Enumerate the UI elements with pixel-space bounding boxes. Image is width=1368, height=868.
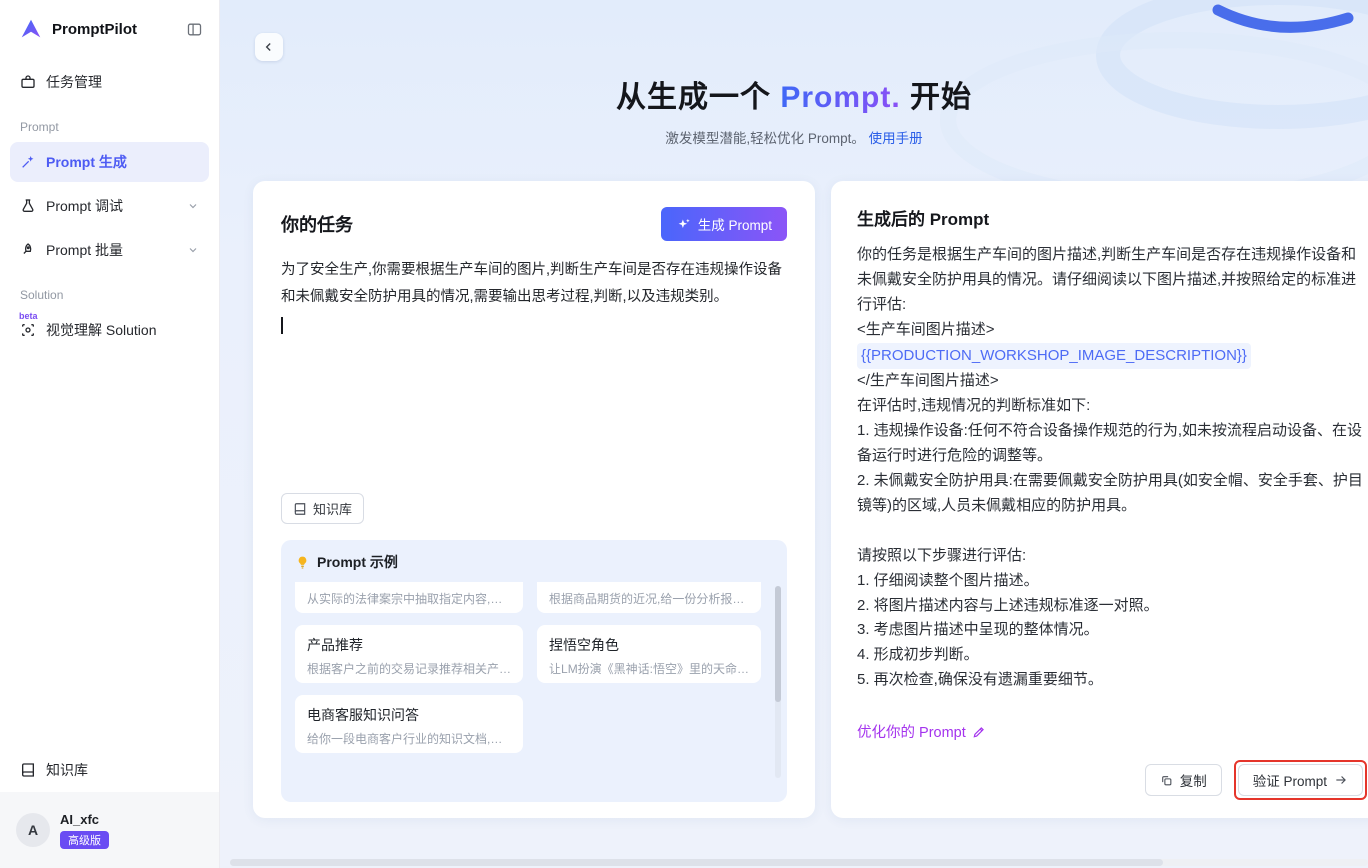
hero: 从生成一个 Prompt. 开始 激发模型潜能,轻松优化 Prompt。 使用手… [220,72,1368,147]
horizontal-scrollbar-thumb[interactable] [230,859,1163,866]
examples-title: Prompt 示例 [317,552,398,572]
pencil-icon [972,725,986,739]
generated-prompt-card: 生成后的 Prompt 你的任务是根据生产车间的图片描述,判断生产车间是否存在违… [831,181,1368,818]
result-card-title: 生成后的 Prompt [857,205,1365,230]
examples-scrollbar-thumb[interactable] [775,586,781,702]
chevron-left-icon [262,40,276,54]
sidebar-item-prompt-debug[interactable]: Prompt 调试 [10,186,209,226]
copy-button[interactable]: 复制 [1145,764,1222,796]
sidebar-item-label: 任务管理 [46,72,102,92]
manual-link[interactable]: 使用手册 [869,131,923,146]
flask-icon [20,198,36,214]
sidebar-header: PromptPilot [0,0,219,60]
sparkle-icon [676,217,691,232]
verify-prompt-button[interactable]: 验证 Prompt [1238,764,1363,796]
plan-badge: 高级版 [60,831,109,849]
sidebar-item-prompt-batch[interactable]: Prompt 批量 [10,230,209,270]
task-card: 你的任务 生成 Prompt 为了安全生产,你需要根据生产车间的图片,判断生产车… [253,181,815,818]
example-card[interactable]: 法律案宗抽取 从实际的法律案宗中抽取指定内容,… [295,582,523,613]
examples-scroll-area[interactable]: 法律案宗抽取 从实际的法律案宗中抽取指定内容,… 商品期货分析 根据商品期货的近… [295,582,773,780]
app-title: PromptPilot [52,21,178,38]
copy-icon [1160,774,1173,787]
task-card-title: 你的任务 [281,211,353,237]
sidebar-section-prompt: Prompt [0,104,219,140]
example-card[interactable]: 捏悟空角色 让LM扮演《黑神话:悟空》里的天命… [537,625,761,683]
magic-wand-icon [20,154,36,170]
example-card[interactable]: 产品推荐 根据客户之前的交易记录推荐相关产… [295,625,523,683]
sidebar-item-task-management[interactable]: 任务管理 [10,62,209,102]
user-name: AI_xfc [60,812,109,827]
vision-scan-icon [20,322,36,338]
avatar: A [16,813,50,847]
app-logo-icon [18,16,44,42]
sidebar-item-label: 视觉理解 Solution [46,320,156,340]
sidebar-item-label: Prompt 批量 [46,240,123,260]
page-title: 从生成一个 Prompt. 开始 [220,72,1368,116]
task-input[interactable]: 为了安全生产,你需要根据生产车间的图片,判断生产车间是否存在违规操作设备和未佩戴… [281,257,787,334]
rocket-icon [20,242,36,258]
knowledge-base-icon [293,502,307,516]
prompt-variable-token[interactable]: {{PRODUCTION_WORKSHOP_IMAGE_DESCRIPTION}… [857,343,1251,370]
prompt-steps: 请按照以下步骤进行评估: 1. 仔细阅读整个图片描述。 2. 将图片描述内容与上… [857,544,1365,693]
sidebar-item-label: Prompt 生成 [46,152,127,172]
beta-badge: beta [19,311,38,321]
horizontal-scrollbar-track [230,859,1368,866]
generated-prompt-text: 你的任务是根据生产车间的图片描述,判断生产车间是否存在违规操作设备和未佩戴安全防… [857,243,1365,693]
user-account[interactable]: A AI_xfc 高级版 [0,792,219,868]
example-card[interactable]: 商品期货分析 根据商品期货的近况,给一份分析报… [537,582,761,613]
sidebar-collapse-icon[interactable] [186,21,203,38]
sidebar-item-prompt-generate[interactable]: Prompt 生成 [10,142,209,182]
text-cursor [281,317,283,334]
prompt-tag-open: <生产车间图片描述> [857,318,1365,343]
arrow-right-icon [1334,773,1348,787]
sidebar-item-knowledge-base[interactable]: 知识库 [10,750,209,790]
chevron-down-icon[interactable] [187,244,199,256]
sidebar-section-solution: Solution [0,272,219,308]
page-subtitle: 激发模型潜能,轻松优化 Prompt。 使用手册 [220,127,1368,147]
chevron-down-icon[interactable] [187,200,199,212]
optimize-prompt-link[interactable]: 优化你的 Prompt [857,721,1365,742]
prompt-tag-close: </生产车间图片描述> [857,369,1365,394]
briefcase-icon [20,74,36,90]
sidebar-item-label: 知识库 [46,760,88,780]
examples-scrollbar-track [775,586,781,778]
prompt-examples-panel: Prompt 示例 法律案宗抽取 从实际的法律案宗中抽取指定内容,… 商品期货分… [281,540,787,802]
lightbulb-icon [295,555,310,570]
prompt-criteria: 在评估时,违规情况的判断标准如下: 1. 违规操作设备:任何不符合设备操作规范的… [857,394,1365,518]
app-root: PromptPilot 任务管理 Prompt Prompt 生成 [0,0,1368,868]
prompt-intro: 你的任务是根据生产车间的图片描述,判断生产车间是否存在违规操作设备和未佩戴安全防… [857,243,1365,318]
main-content: 从生成一个 Prompt. 开始 激发模型潜能,轻松优化 Prompt。 使用手… [220,0,1368,868]
example-card[interactable]: 电商客服知识问答 给你一段电商客户行业的知识文档,… [295,695,523,753]
back-button[interactable] [255,33,283,61]
knowledge-base-button[interactable]: 知识库 [281,493,364,524]
sidebar-item-label: Prompt 调试 [46,196,123,216]
sidebar: PromptPilot 任务管理 Prompt Prompt 生成 [0,0,220,868]
sidebar-item-vision-solution[interactable]: beta 视觉理解 Solution [10,310,209,350]
book-icon [20,762,36,778]
red-annotation-box: 验证 Prompt [1234,760,1367,800]
generate-prompt-button[interactable]: 生成 Prompt [661,207,787,241]
